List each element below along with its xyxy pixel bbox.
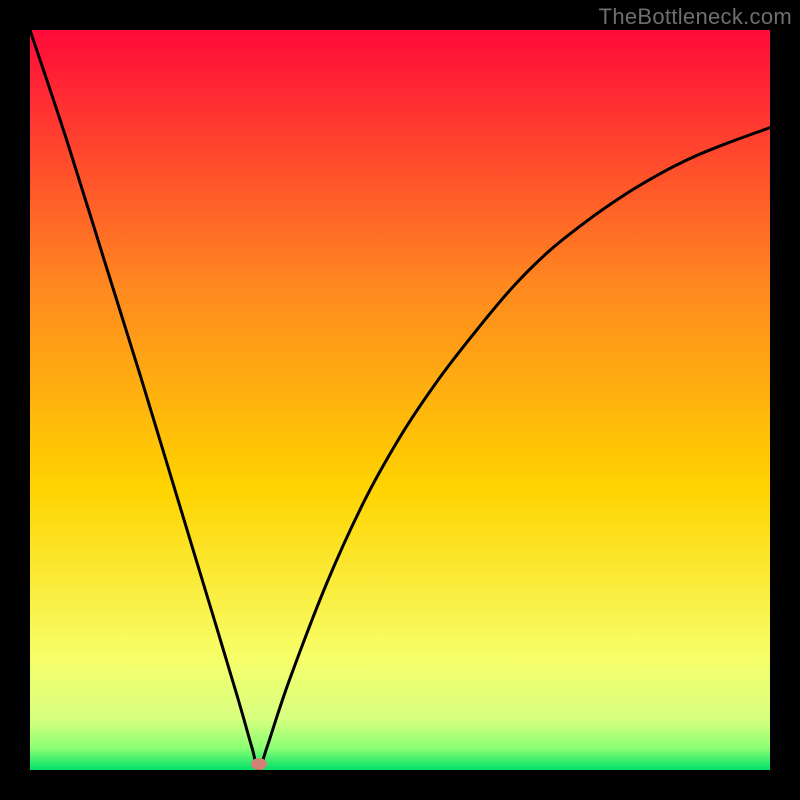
chart-frame: TheBottleneck.com [0,0,800,800]
watermark-text: TheBottleneck.com [599,4,792,30]
plot-area [30,30,770,770]
plot-svg [30,30,770,770]
gradient-background [30,30,770,770]
minimum-marker [251,758,267,770]
